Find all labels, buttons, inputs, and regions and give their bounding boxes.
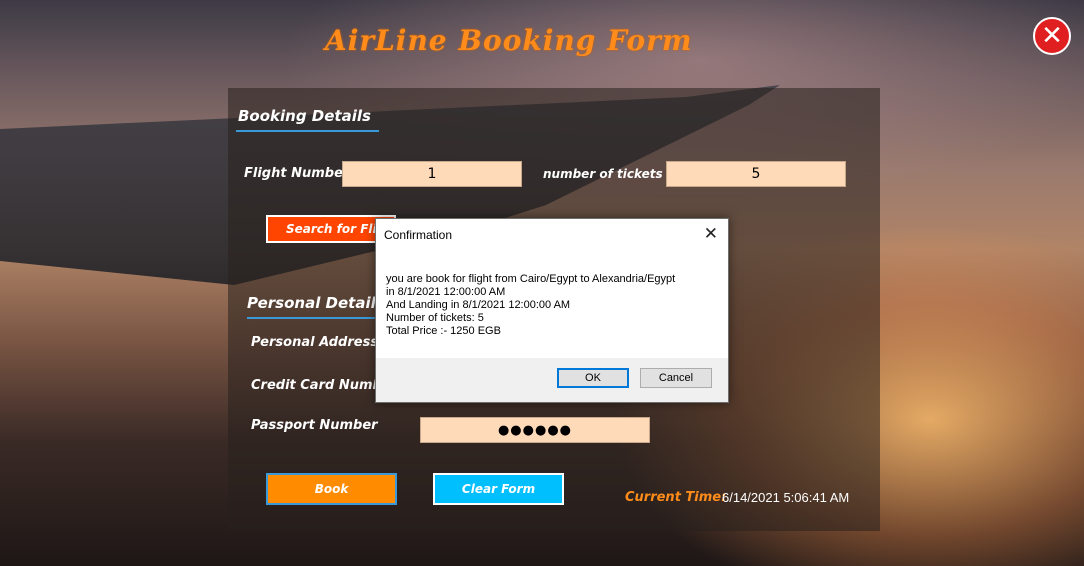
dialog-message: you are book for flight from Cairo/Egypt… (386, 273, 675, 338)
personal-details-underline (247, 317, 377, 319)
passport-input[interactable]: ●●●●●● (420, 417, 650, 443)
ok-button[interactable]: OK (557, 368, 629, 388)
booking-details-heading: Booking Details (238, 107, 371, 125)
current-time-value: 6/14/2021 5:06:41 AM (722, 490, 850, 505)
flight-number-input[interactable]: 1 (342, 161, 522, 187)
tickets-label: number of tickets (543, 167, 663, 181)
book-button[interactable]: Book (266, 473, 397, 505)
flight-number-label: Flight Number (244, 166, 350, 181)
dialog-line: you are book for flight from Cairo/Egypt… (386, 273, 676, 285)
dialog-close-icon[interactable]: ✕ (704, 224, 718, 244)
dialog-line: And Landing in 8/1/2021 12:00:00 AM (386, 299, 571, 311)
clear-form-button[interactable]: Clear Form (433, 473, 564, 505)
dialog-line: in 8/1/2021 12:00:00 AM (386, 286, 506, 298)
app-title: AirLine Booking Form (325, 24, 693, 57)
confirmation-dialog: Confirmation ✕ you are book for flight f… (375, 218, 729, 403)
current-time-label: Current Time: (625, 490, 727, 505)
cancel-button[interactable]: Cancel (640, 368, 712, 388)
personal-details-heading: Personal Details (247, 294, 385, 312)
dialog-line: Number of tickets: 5 (386, 312, 484, 324)
booking-details-underline (236, 130, 379, 132)
dialog-footer: OK Cancel (376, 358, 728, 402)
passport-label: Passport Number (251, 418, 378, 433)
dialog-title: Confirmation (384, 228, 453, 242)
close-icon[interactable]: ✕ (1033, 17, 1071, 55)
tickets-input[interactable]: 5 (666, 161, 846, 187)
personal-address-label: Personal Address (251, 335, 379, 350)
dialog-line: Total Price :- 1250 EGB (386, 325, 501, 337)
